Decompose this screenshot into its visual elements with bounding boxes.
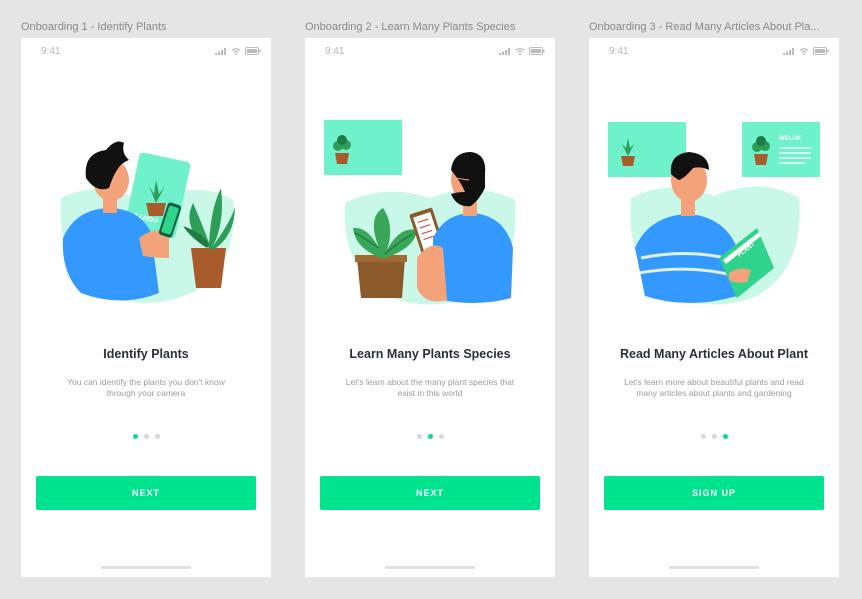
status-time: 9:41 [609,46,629,57]
wifi-icon [799,47,809,55]
battery-icon [813,47,829,55]
frame-label-onboarding-3: Onboarding 3 - Read Many Articles About … [589,21,820,33]
status-time: 9:41 [41,46,61,57]
illustration-identify-plants: GANDU [60,141,235,303]
frame-label-onboarding-2: Onboarding 2 - Learn Many Plants Species [305,21,516,33]
signal-icon [499,47,510,55]
description-line: Let's learn more about beautiful plants … [624,377,804,387]
page-description: You can identify the plants you don't kn… [46,377,246,399]
onboarding-screen-1: 9:41 GANDU Identify Plants You can ident… [21,38,271,577]
description-line: through your camera [106,388,186,398]
page-dot-3[interactable] [154,434,160,439]
page-dot-1[interactable] [132,434,138,439]
page-dot-1[interactable] [700,434,706,439]
frame-label-onboarding-1: Onboarding 1 - Identify Plants [21,21,167,33]
page-dot-1[interactable] [416,434,422,439]
wifi-icon [231,47,241,55]
page-description: Let's learn about the many plant species… [330,377,530,399]
page-dot-2[interactable] [143,434,149,439]
status-icons [783,47,829,55]
page-dot-2[interactable] [711,434,717,439]
page-indicator [589,434,839,439]
description-line: exist in this world [397,388,463,398]
next-button[interactable]: NEXT [36,476,256,510]
page-dot-2[interactable] [427,434,433,439]
status-icons [499,47,545,55]
wifi-icon [515,47,525,55]
page-title: Learn Many Plants Species [349,347,511,361]
home-indicator[interactable] [385,566,475,569]
next-button[interactable]: NEXT [320,476,540,510]
page-title: Identify Plants [103,347,189,361]
signal-icon [215,47,226,55]
illustration-read-articles: WELOK PLANT [608,122,820,305]
description-line: Let's learn about the many plant species… [345,377,515,387]
page-dot-3[interactable] [438,434,444,439]
page-indicator [305,434,555,439]
onboarding-screen-3: 9:41 WELOK PLANT Read Many Articles Abou… [589,38,839,577]
page-description: Let's learn more about beautiful plants … [614,377,814,399]
page-indicator [21,434,271,439]
description-line: You can identify the plants you don't kn… [67,377,225,387]
page-dot-3[interactable] [722,434,728,439]
illustration-plant-species [324,120,516,305]
battery-icon [245,47,261,55]
sign-up-button[interactable]: SIGN UP [604,476,824,510]
home-indicator[interactable] [101,566,191,569]
home-indicator[interactable] [669,566,759,569]
status-time: 9:41 [325,46,345,57]
battery-icon [529,47,545,55]
description-line: many articles about plants and gardening [636,388,792,398]
onboarding-screen-2: 9:41 Learn Many Plants Species Let's lea… [305,38,555,577]
status-icons [215,47,261,55]
page-title: Read Many Articles About Plant [620,347,808,361]
article-card-text: WELOK [779,136,802,142]
signal-icon [783,47,794,55]
